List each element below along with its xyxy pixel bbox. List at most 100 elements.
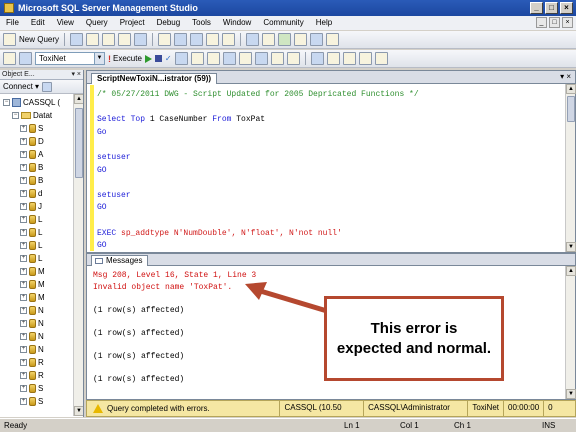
- menu-window[interactable]: Window: [217, 16, 257, 30]
- comment-lines-icon[interactable]: [310, 52, 324, 65]
- messages-scrollbar[interactable]: ▲ ▼: [565, 266, 576, 399]
- code-line[interactable]: /* 05/27/2011 DWG - Script Updated for 2…: [97, 89, 419, 100]
- tree-database-node[interactable]: + L: [20, 226, 42, 239]
- tree-database-node[interactable]: + R: [20, 356, 44, 369]
- tree-database-node[interactable]: + B: [20, 161, 43, 174]
- editor-tab[interactable]: ScriptNewToxiN...istrator (59)): [91, 73, 218, 84]
- expand-icon[interactable]: +: [20, 151, 27, 158]
- new-query-button[interactable]: New Query: [19, 35, 59, 44]
- menu-project[interactable]: Project: [114, 16, 151, 30]
- tree-database-node[interactable]: + R: [20, 369, 44, 382]
- template-explorer-icon[interactable]: [278, 33, 292, 46]
- close-button[interactable]: ×: [560, 2, 573, 14]
- code-line[interactable]: Select Top 1 CaseNumber From ToxPat: [97, 114, 265, 125]
- properties-icon[interactable]: [294, 33, 308, 46]
- connect-icon[interactable]: [3, 52, 16, 65]
- minimize-button[interactable]: _: [530, 2, 543, 14]
- query-editor[interactable]: ScriptNewToxiN...istrator (59)) ▾ × /* 0…: [86, 70, 576, 253]
- tree-database-node[interactable]: + S: [20, 122, 43, 135]
- tree-databases-node[interactable]: − Datat: [12, 109, 52, 122]
- menu-tools[interactable]: Tools: [186, 16, 217, 30]
- specify-values-icon[interactable]: [374, 52, 388, 65]
- scroll-up-icon[interactable]: ▲: [566, 266, 576, 276]
- code-line[interactable]: setuser: [97, 152, 131, 163]
- tree-database-node[interactable]: + A: [20, 148, 43, 161]
- code-line[interactable]: EXEC sp_addtype N'NumDouble', N'float', …: [97, 228, 342, 239]
- mdx-query-icon[interactable]: [102, 33, 116, 46]
- expand-icon[interactable]: +: [20, 294, 27, 301]
- collapse-icon[interactable]: −: [3, 99, 10, 106]
- maximize-button[interactable]: □: [545, 2, 558, 14]
- collapse-icon[interactable]: −: [12, 112, 19, 119]
- uncomment-lines-icon[interactable]: [326, 52, 340, 65]
- expand-icon[interactable]: +: [20, 203, 27, 210]
- tree-database-node[interactable]: + N: [20, 343, 44, 356]
- code-line[interactable]: GO: [97, 240, 107, 251]
- display-plan-icon[interactable]: [174, 52, 188, 65]
- solution-explorer-icon[interactable]: [326, 33, 340, 46]
- tree-database-node[interactable]: + L: [20, 252, 42, 265]
- menu-query[interactable]: Query: [80, 16, 114, 30]
- expand-icon[interactable]: +: [20, 398, 27, 405]
- results-to-text-icon[interactable]: [254, 52, 268, 65]
- database-select[interactable]: ToxiNet ▼: [35, 52, 105, 65]
- save-all-icon[interactable]: [190, 33, 204, 46]
- change-connection-icon[interactable]: [19, 52, 32, 65]
- menu-community[interactable]: Community: [257, 16, 309, 30]
- menu-view[interactable]: View: [51, 16, 80, 30]
- expand-icon[interactable]: +: [20, 125, 27, 132]
- tree-server-node[interactable]: − CASSQL (: [3, 96, 60, 109]
- tree-database-node[interactable]: + M: [20, 278, 45, 291]
- tree-database-node[interactable]: + N: [20, 330, 44, 343]
- scroll-thumb[interactable]: [567, 96, 575, 122]
- tree-database-node[interactable]: + d: [20, 187, 42, 200]
- expand-icon[interactable]: +: [20, 385, 27, 392]
- connect-icon[interactable]: [42, 81, 53, 92]
- expand-icon[interactable]: +: [20, 255, 27, 262]
- code-line[interactable]: GO: [97, 202, 107, 213]
- tree-database-node[interactable]: + S: [20, 382, 43, 395]
- increase-indent-icon[interactable]: [358, 52, 372, 65]
- expand-icon[interactable]: +: [20, 281, 27, 288]
- expand-icon[interactable]: +: [20, 372, 27, 379]
- tree-database-node[interactable]: + J: [20, 200, 42, 213]
- client-statistics-icon[interactable]: [238, 52, 252, 65]
- scroll-down-icon[interactable]: ▼: [566, 242, 576, 252]
- expand-icon[interactable]: +: [20, 320, 27, 327]
- expand-icon[interactable]: +: [20, 359, 27, 366]
- expand-icon[interactable]: +: [20, 190, 27, 197]
- print-icon[interactable]: [206, 33, 220, 46]
- compact-query-icon[interactable]: [134, 33, 148, 46]
- expand-icon[interactable]: +: [20, 242, 27, 249]
- expand-icon[interactable]: +: [20, 307, 27, 314]
- expand-icon[interactable]: +: [20, 216, 27, 223]
- scroll-thumb[interactable]: [75, 108, 83, 178]
- query-designer-icon[interactable]: [190, 52, 204, 65]
- tree-database-node[interactable]: + N: [20, 317, 44, 330]
- include-plan-icon[interactable]: [222, 52, 236, 65]
- connect-dropdown[interactable]: Connect ▾: [3, 80, 39, 94]
- mdi-close-button[interactable]: ×: [562, 17, 573, 28]
- open-file-icon[interactable]: [158, 33, 172, 46]
- editor-tab-close[interactable]: ▾ ×: [560, 72, 571, 81]
- save-icon[interactable]: [174, 33, 188, 46]
- object-explorer-icon[interactable]: [262, 33, 276, 46]
- editor-scrollbar[interactable]: ▲ ▼: [565, 84, 576, 252]
- tree-database-node[interactable]: + S: [20, 395, 43, 408]
- toolbar-options-icon[interactable]: [222, 33, 236, 46]
- expand-icon[interactable]: +: [20, 138, 27, 145]
- code-line[interactable]: Go: [97, 127, 107, 138]
- tree-database-node[interactable]: + M: [20, 291, 45, 304]
- mdi-minimize-button[interactable]: _: [536, 17, 547, 28]
- expand-icon[interactable]: +: [20, 333, 27, 340]
- menu-help[interactable]: Help: [310, 16, 338, 30]
- tree-database-node[interactable]: + L: [20, 239, 42, 252]
- tree-database-node[interactable]: + M: [20, 265, 45, 278]
- tree-database-node[interactable]: + N: [20, 304, 44, 317]
- expand-icon[interactable]: +: [20, 268, 27, 275]
- menu-file[interactable]: File: [0, 16, 25, 30]
- scroll-down-icon[interactable]: ▼: [566, 389, 576, 399]
- intellisense-icon[interactable]: [206, 52, 220, 65]
- mdi-restore-button[interactable]: □: [549, 17, 560, 28]
- scroll-up-icon[interactable]: ▲: [566, 84, 576, 94]
